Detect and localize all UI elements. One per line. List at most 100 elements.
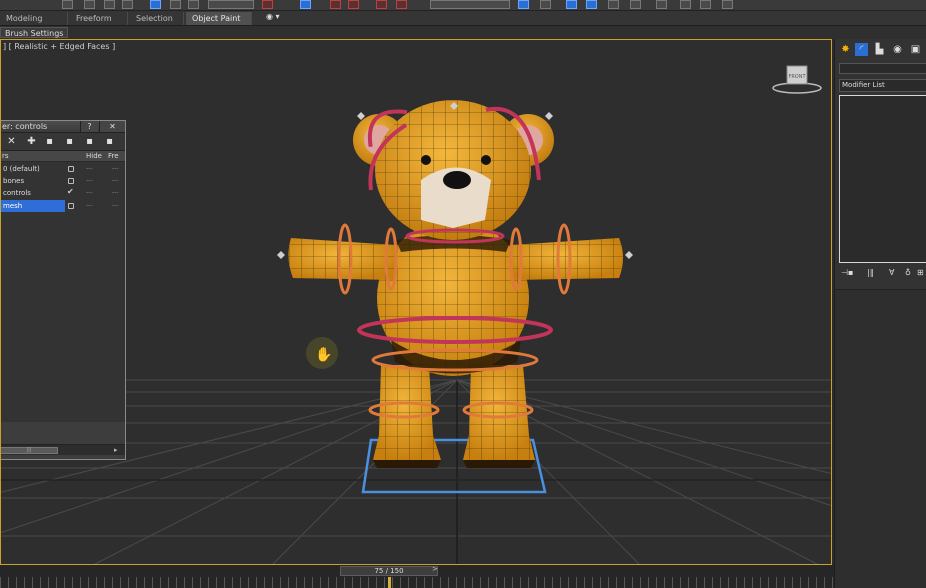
configure-sets-icon[interactable]: ⊞: [917, 268, 924, 277]
create-icon[interactable]: ✸: [839, 43, 852, 56]
layer-name: bones: [3, 177, 25, 185]
layer-name: controls: [3, 189, 31, 197]
command-panel-tabs: ✸ ◜ ▙ ◉ ▣: [835, 41, 926, 59]
next-frame-button[interactable]: >: [432, 565, 438, 573]
frame-ruler[interactable]: [0, 577, 834, 588]
mirror-icon[interactable]: [518, 0, 529, 9]
modifier-stack[interactable]: [839, 95, 926, 263]
render-toggle[interactable]: ---: [112, 202, 119, 209]
layer-row-bones[interactable]: bones --- ---: [1, 175, 125, 187]
select-by-name-icon[interactable]: [84, 0, 95, 9]
hide-toggle[interactable]: [68, 178, 74, 184]
percent-snap-icon[interactable]: [376, 0, 387, 9]
hierarchy-icon[interactable]: ▙: [873, 43, 886, 56]
viewcube-label: FRONT: [788, 74, 806, 80]
render-setup-icon[interactable]: [680, 0, 691, 9]
perspective-viewport[interactable]: ] [ Realistic + Edged Faces ] ✋ FRONT er…: [0, 39, 832, 565]
modify-icon[interactable]: ◜: [855, 43, 868, 56]
render-production-icon[interactable]: [722, 0, 733, 9]
layer-highlight-icon[interactable]: ▪: [104, 136, 115, 147]
object-name-field[interactable]: [839, 63, 926, 74]
layer-select-icon[interactable]: ▪: [44, 136, 55, 147]
remove-modifier-icon[interactable]: ♁: [905, 268, 911, 277]
scene-explorer-window[interactable]: er: controls ? ✕ ✕ ✚ ▪ ▪ ▪ ▪ rs Hide Fre…: [1, 120, 126, 460]
eye-icon[interactable]: ◉ ▾: [266, 12, 280, 21]
hide-toggle[interactable]: [68, 166, 74, 172]
tab-modeling-tools[interactable]: Modeling Tools: [0, 12, 68, 36]
rotate-icon[interactable]: [170, 0, 181, 9]
reference-coordinate-dropdown[interactable]: [208, 0, 254, 9]
current-frame-marker[interactable]: [388, 577, 391, 588]
rect-select-icon[interactable]: [104, 0, 115, 9]
curve-editor-icon[interactable]: [608, 0, 619, 9]
angle-snap-icon[interactable]: [348, 0, 359, 9]
tab-freeform[interactable]: Freeform: [70, 12, 128, 25]
motion-icon[interactable]: ◉: [891, 43, 904, 56]
layer-row-default[interactable]: 0 (default) --- ---: [1, 163, 125, 175]
layer-row-controls[interactable]: controls ✔ --- ---: [1, 187, 125, 199]
render-toggle[interactable]: ---: [112, 177, 119, 184]
column-name[interactable]: rs: [2, 152, 9, 160]
render-toggle[interactable]: ---: [112, 189, 119, 196]
layer-name: 0 (default): [3, 165, 40, 173]
scene-explorer-titlebar[interactable]: er: controls ? ✕: [1, 121, 125, 133]
display-icon[interactable]: ▣: [909, 43, 922, 56]
scroll-right-arrow[interactable]: ▸: [114, 446, 118, 454]
viewport-label[interactable]: ] [ Realistic + Edged Faces ]: [3, 42, 115, 51]
bear-right-arm: [511, 238, 623, 280]
layer-name: mesh: [1, 200, 65, 212]
scale-icon[interactable]: [188, 0, 199, 9]
column-freeze[interactable]: Fre: [108, 152, 119, 160]
layer-add-icon[interactable]: ▪: [64, 136, 75, 147]
material-editor-icon[interactable]: [656, 0, 667, 9]
close-icon[interactable]: ✕: [6, 136, 17, 147]
pin-stack-icon[interactable]: ⊣▪: [841, 268, 853, 277]
freeze-toggle[interactable]: ---: [86, 202, 93, 209]
horizontal-scrollbar[interactable]: ||| ▸: [1, 444, 125, 455]
align-icon[interactable]: [540, 0, 551, 9]
snap-toggle-icon[interactable]: [330, 0, 341, 9]
scrollbar-thumb[interactable]: |||: [1, 447, 58, 454]
add-icon[interactable]: ✚: [26, 136, 37, 147]
help-button[interactable]: ?: [80, 121, 98, 132]
bear-head: [353, 100, 554, 240]
make-unique-icon[interactable]: ∀: [889, 268, 894, 277]
tab-selection[interactable]: Selection: [130, 12, 184, 25]
timeline: < 75 / 150 >: [0, 565, 834, 588]
layer-move-icon[interactable]: ▪: [84, 136, 95, 147]
pan-hand-icon: ✋: [306, 337, 338, 369]
time-slider[interactable]: 75 / 150: [340, 566, 438, 576]
show-end-result-icon[interactable]: |‖: [867, 268, 874, 277]
ribbon-panel: Brush Settings: [0, 26, 926, 39]
render-toggle[interactable]: ---: [112, 165, 119, 172]
select-manipulate-icon[interactable]: [300, 0, 311, 9]
modifier-stack-tools: ⊣▪ |‖ ∀ ♁ ⊞: [839, 267, 926, 281]
column-hide[interactable]: Hide: [86, 152, 102, 160]
rendered-frame-icon[interactable]: [700, 0, 711, 9]
scene-explorer-title: er: controls: [2, 122, 48, 131]
brush-settings-button[interactable]: Brush Settings: [0, 27, 69, 38]
freeze-toggle[interactable]: ---: [86, 189, 93, 196]
svg-text:✋: ✋: [315, 346, 332, 363]
spinner-snap-icon[interactable]: [396, 0, 407, 9]
layer-explorer-icon[interactable]: [566, 0, 577, 9]
hide-toggle[interactable]: [68, 203, 74, 209]
window-crossing-icon[interactable]: [122, 0, 133, 9]
hidden-check-icon[interactable]: ✔: [67, 187, 74, 196]
modifier-list-dropdown[interactable]: Modifier List: [839, 79, 926, 92]
toggle-ribbon-icon[interactable]: [586, 0, 597, 9]
named-selection-dropdown[interactable]: [430, 0, 510, 9]
freeze-toggle[interactable]: ---: [86, 177, 93, 184]
main-toolbar: [0, 0, 926, 11]
pivot-icon[interactable]: [262, 0, 273, 9]
move-icon[interactable]: [150, 0, 161, 9]
command-panel: ✸ ◜ ▙ ◉ ▣ Modifier List ⊣▪ |‖ ∀ ♁ ⊞: [834, 39, 926, 588]
viewcube[interactable]: FRONT: [771, 64, 823, 96]
tab-object-paint[interactable]: Object Paint: [186, 12, 252, 25]
layer-row-mesh[interactable]: mesh --- ---: [1, 200, 125, 212]
close-button[interactable]: ✕: [99, 121, 125, 132]
select-icon[interactable]: [62, 0, 73, 9]
schematic-view-icon[interactable]: [630, 0, 641, 9]
scene-explorer-toolbar: ✕ ✚ ▪ ▪ ▪ ▪: [1, 133, 125, 151]
freeze-toggle[interactable]: ---: [86, 165, 93, 172]
